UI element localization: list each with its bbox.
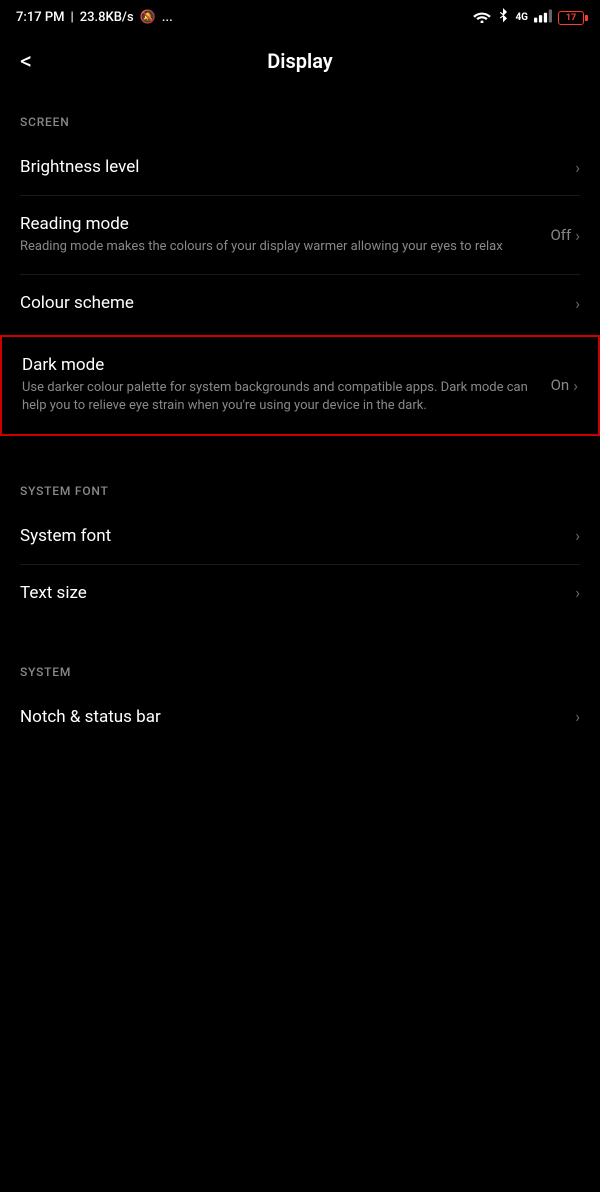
- settings-item-left-colour-scheme: Colour scheme: [20, 293, 575, 313]
- battery-icon: 17: [558, 11, 584, 25]
- bluetooth-icon: [497, 8, 509, 27]
- section-gap-system: [0, 745, 600, 769]
- data-icon: 4G: [515, 12, 528, 23]
- settings-item-brightness-level[interactable]: Brightness level ›: [0, 139, 600, 195]
- settings-item-right-text-size: ›: [575, 583, 580, 602]
- more-icon: ...: [162, 10, 173, 25]
- signal-bars-icon: [534, 9, 552, 26]
- settings-item-left-system-font: System font: [20, 526, 575, 546]
- header: < Display: [0, 33, 600, 95]
- status-right: 4G 17: [473, 8, 584, 27]
- settings-content: SCREENBrightness level›Reading modeReadi…: [0, 95, 600, 769]
- settings-item-title-brightness-level: Brightness level: [20, 157, 563, 177]
- settings-item-right-system-font: ›: [575, 526, 580, 545]
- settings-item-right-colour-scheme: ›: [575, 294, 580, 313]
- page-title: Display: [267, 49, 332, 73]
- chevron-icon-colour-scheme: ›: [575, 294, 580, 313]
- wifi-icon: [473, 9, 491, 26]
- settings-item-right-reading-mode: Off›: [550, 226, 580, 245]
- settings-item-title-system-font: System font: [20, 526, 563, 546]
- settings-item-reading-mode[interactable]: Reading mode Reading mode makes the colou…: [0, 196, 600, 274]
- chevron-icon-reading-mode: ›: [575, 226, 580, 245]
- settings-item-subtitle-dark-mode: Use darker colour palette for system bac…: [22, 379, 539, 415]
- network-speed: |: [71, 10, 74, 25]
- status-left: 7:17 PM | 23.8KB/s 🔕 ...: [16, 10, 173, 25]
- settings-item-left-dark-mode: Dark mode Use darker colour palette for s…: [22, 355, 551, 415]
- network-speed-value: 23.8KB/s: [80, 10, 134, 25]
- mute-icon: 🔕: [140, 10, 156, 25]
- section-header-screen: SCREEN: [0, 95, 600, 139]
- settings-item-subtitle-reading-mode: Reading mode makes the colours of your d…: [20, 238, 538, 256]
- settings-item-right-notch-status-bar: ›: [575, 707, 580, 726]
- status-bar: 7:17 PM | 23.8KB/s 🔕 ... 4G: [0, 0, 600, 33]
- chevron-icon-notch-status-bar: ›: [575, 707, 580, 726]
- settings-item-left-text-size: Text size: [20, 583, 575, 603]
- settings-item-colour-scheme[interactable]: Colour scheme ›: [0, 275, 600, 331]
- settings-item-right-dark-mode: On›: [551, 376, 578, 395]
- settings-item-text-size[interactable]: Text size ›: [0, 565, 600, 621]
- chevron-icon-dark-mode: ›: [573, 376, 578, 395]
- time: 7:17 PM: [16, 10, 65, 25]
- back-button[interactable]: <: [20, 43, 40, 79]
- chevron-icon-system-font: ›: [575, 526, 580, 545]
- section-header-system: SYSTEM: [0, 645, 600, 689]
- settings-item-right-brightness-level: ›: [575, 158, 580, 177]
- settings-item-system-font[interactable]: System font ›: [0, 508, 600, 564]
- settings-item-left-brightness-level: Brightness level: [20, 157, 575, 177]
- settings-item-value-reading-mode: Off: [550, 226, 571, 244]
- settings-item-title-notch-status-bar: Notch & status bar: [20, 707, 563, 727]
- settings-item-title-text-size: Text size: [20, 583, 563, 603]
- settings-item-dark-mode[interactable]: Dark mode Use darker colour palette for s…: [0, 335, 600, 435]
- settings-item-title-dark-mode: Dark mode: [22, 355, 539, 375]
- section-gap-screen: [0, 440, 600, 464]
- settings-item-left-reading-mode: Reading mode Reading mode makes the colou…: [20, 214, 550, 256]
- settings-item-title-reading-mode: Reading mode: [20, 214, 538, 234]
- section-header-system-font: SYSTEM FONT: [0, 464, 600, 508]
- settings-item-left-notch-status-bar: Notch & status bar: [20, 707, 575, 727]
- section-gap-system-font: [0, 621, 600, 645]
- settings-item-title-colour-scheme: Colour scheme: [20, 293, 563, 313]
- settings-item-value-dark-mode: On: [551, 376, 570, 394]
- chevron-icon-text-size: ›: [575, 583, 580, 602]
- settings-item-notch-status-bar[interactable]: Notch & status bar ›: [0, 689, 600, 745]
- chevron-icon-brightness-level: ›: [575, 158, 580, 177]
